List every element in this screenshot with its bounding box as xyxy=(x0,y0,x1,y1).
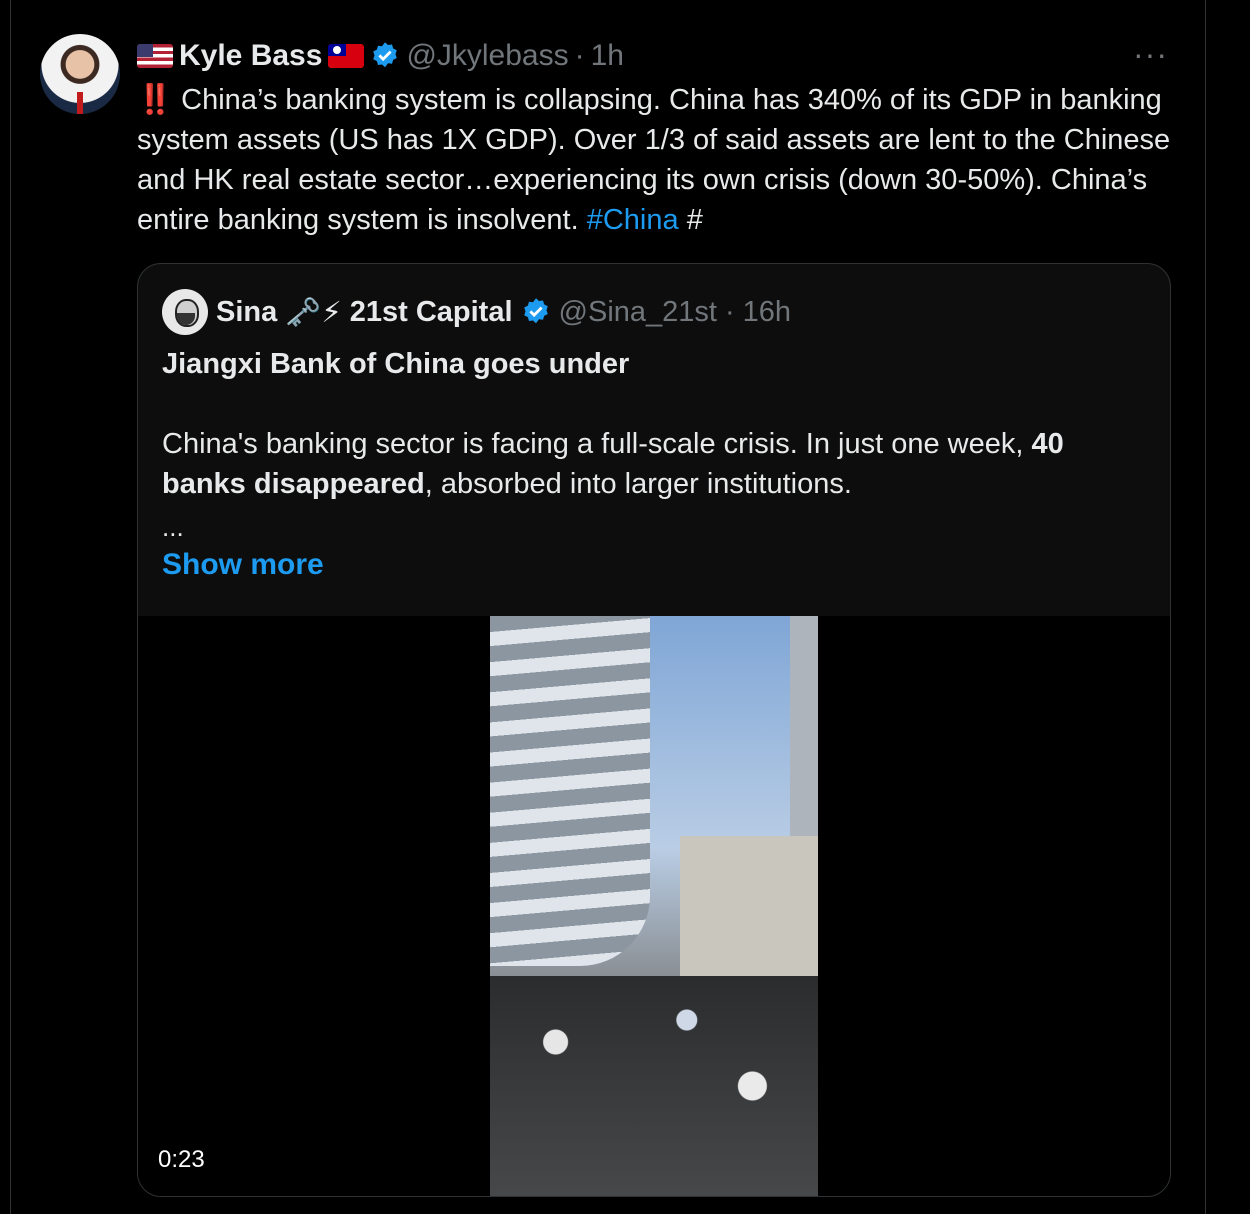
quote-ellipsis: ... xyxy=(162,512,184,542)
video-crowd xyxy=(490,976,818,1196)
quote-separator: · xyxy=(724,295,735,328)
quoted-tweet[interactable]: Sina 🗝️⚡ 21st Capital @Sina_21st · 16h J… xyxy=(137,263,1171,1197)
quote-avatar[interactable] xyxy=(162,289,208,335)
video-duration: 0:23 xyxy=(158,1146,205,1173)
taiwan-flag-icon xyxy=(328,44,365,68)
quote-title: Jiangxi Bank of China goes under xyxy=(162,348,630,380)
avatar-tie xyxy=(77,92,83,114)
quote-body: China's banking sector is facing a full-… xyxy=(162,424,1152,504)
author-name[interactable]: Kyle Bass xyxy=(179,39,322,73)
author-handle[interactable]: @Jkylebass xyxy=(406,39,568,73)
us-flag-icon xyxy=(137,44,173,68)
video-building-low xyxy=(680,836,818,976)
quote-author-name[interactable]: Sina xyxy=(216,296,277,329)
more-options-button[interactable]: ··· xyxy=(1133,36,1168,73)
quote-body-text: China's banking sector is facing a full-… xyxy=(162,428,1024,460)
quote-author-suffix[interactable]: 21st Capital xyxy=(350,296,513,329)
media-container: 0:23 xyxy=(138,616,1170,1196)
header-separator: · xyxy=(574,39,585,72)
quote-author-emojis: 🗝️⚡ xyxy=(285,296,342,329)
video-building-curved xyxy=(490,616,650,966)
tweet-timestamp[interactable]: 1h xyxy=(591,39,624,73)
quote-handle[interactable]: @Sina_21st xyxy=(559,296,717,329)
double-exclamation-icon: ‼️ xyxy=(137,84,174,116)
quote-timestamp[interactable]: 16h xyxy=(743,296,791,329)
author-avatar[interactable] xyxy=(40,34,120,114)
tweet-header: Kyle Bass @Jkylebass · 1h xyxy=(137,36,624,76)
show-more-link[interactable]: Show more xyxy=(162,548,324,582)
quote-body-post: , absorbed into larger institutions. xyxy=(424,468,852,500)
quote-header: Sina 🗝️⚡ 21st Capital @Sina_21st · 16h xyxy=(162,289,791,335)
quote-verified-badge-icon xyxy=(523,298,548,324)
video-building-tower xyxy=(790,616,818,836)
tweet-trailing: # xyxy=(686,204,703,236)
tweet-text: ‼️ China’s banking system is collapsing.… xyxy=(137,80,1177,240)
video-player[interactable] xyxy=(490,616,818,1196)
hashtag-link[interactable]: #China xyxy=(587,204,679,236)
verified-badge-icon xyxy=(373,42,398,68)
